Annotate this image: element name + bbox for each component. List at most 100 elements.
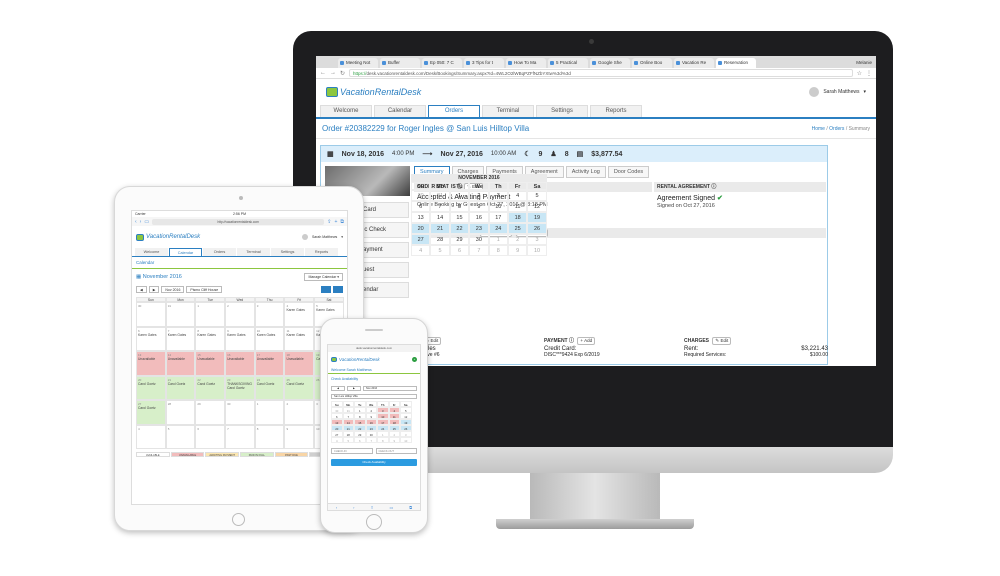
calendar-day-cell[interactable]: 4 xyxy=(136,424,166,449)
calendar-day-cell[interactable]: 30 xyxy=(225,400,255,425)
calendar-day[interactable]: 6 xyxy=(354,437,366,443)
calendar-day[interactable]: 10 xyxy=(400,437,412,443)
calendar-day-cell[interactable]: 13 Unavailable xyxy=(136,351,166,376)
edit-charges-button[interactable]: ✎ Edit xyxy=(712,337,732,345)
calendar-day[interactable]: 16 xyxy=(469,212,489,223)
calendar-day-cell[interactable]: 29 xyxy=(195,400,226,425)
calendar-day[interactable]: 31 xyxy=(430,190,450,201)
calendar-day[interactable]: 10 xyxy=(527,245,547,256)
book-icon[interactable]: ▭ xyxy=(390,504,394,510)
calendar-day-cell[interactable]: 15 Unavailable xyxy=(195,351,226,376)
calendar-day-cell[interactable]: 9 xyxy=(284,424,315,449)
side-action[interactable]: Card xyxy=(359,202,409,218)
calendar-day[interactable]: 11 xyxy=(507,201,528,212)
calendar-day[interactable]: 21 xyxy=(430,223,450,234)
add-payment-button[interactable]: + Add xyxy=(577,337,596,345)
calendar-day-cell[interactable]: 31 xyxy=(165,302,196,327)
calendar-day[interactable]: 8 xyxy=(488,245,508,256)
tab-terminal[interactable]: Terminal xyxy=(237,248,270,256)
star-icon[interactable]: ☆ xyxy=(857,70,862,77)
calendar-day[interactable]: 3 xyxy=(488,190,508,201)
back-icon[interactable]: ‹ xyxy=(135,219,137,225)
next-month-button[interactable]: ▶ xyxy=(148,286,160,293)
calendar-day-cell[interactable]: 25 Carol Goetz xyxy=(284,375,315,400)
calendar-day-cell[interactable]: 2 xyxy=(284,400,315,425)
calendar-day[interactable]: 22 xyxy=(449,223,470,234)
tab-door-codes[interactable]: Door Codes xyxy=(607,166,650,178)
calendar-day-cell[interactable]: 18 Unavailable xyxy=(284,351,315,376)
calendar-day-cell[interactable]: 3 xyxy=(254,302,285,327)
calendar-day[interactable]: 15 xyxy=(449,212,470,223)
calendar-day[interactable]: 2 xyxy=(469,190,489,201)
browser-tab[interactable]: Buffer xyxy=(380,58,420,68)
calendar-day[interactable]: 9 xyxy=(388,437,400,443)
calendar-day-cell[interactable]: 14 Unavailable xyxy=(165,351,196,376)
calendar-day[interactable]: 24 xyxy=(488,223,508,234)
book-icon[interactable]: ▭ xyxy=(144,219,149,225)
plus-icon[interactable]: + xyxy=(335,219,338,225)
calendar-day-cell[interactable]: 17 Unavailable xyxy=(254,351,285,376)
browser-tab[interactable]: Google She xyxy=(590,58,630,68)
tab-orders[interactable]: Orders xyxy=(203,248,236,256)
share-icon[interactable]: ⇪ xyxy=(370,504,373,510)
tab-reports[interactable]: Reports xyxy=(590,105,642,117)
calendar-day-cell[interactable]: 24 Carol Goetz xyxy=(254,375,285,400)
calendar-day-cell[interactable]: 5 xyxy=(165,424,196,449)
back-icon[interactable]: ← xyxy=(320,70,326,76)
calendar-day-cell[interactable]: 1 xyxy=(254,400,285,425)
calendar-day-cell[interactable]: 2 xyxy=(225,302,255,327)
url-input[interactable]: https://desk.vacationrentaldesk.com/Desk… xyxy=(349,69,853,77)
tabs-icon[interactable]: ⧉ xyxy=(340,219,344,225)
next-month-button[interactable]: ▶ xyxy=(347,386,361,391)
menu-icon[interactable]: ⋮ xyxy=(866,70,872,77)
calendar-day[interactable]: 5 xyxy=(430,245,450,256)
tab-calendar[interactable]: Calendar xyxy=(374,105,426,117)
calendar-day[interactable]: 12 xyxy=(527,201,547,212)
calendar-day[interactable]: 7 xyxy=(365,437,377,443)
calendar-day[interactable]: 28 xyxy=(430,234,450,245)
view-toggle-button[interactable] xyxy=(333,286,343,293)
breadcrumb-orders[interactable]: Orders xyxy=(829,126,844,132)
calendar-day[interactable]: 9 xyxy=(507,245,528,256)
calendar-day-cell[interactable]: 6 xyxy=(195,424,226,449)
calendar-day[interactable]: 6 xyxy=(449,245,470,256)
month-picker[interactable]: Nov 2016 xyxy=(161,286,185,293)
prev-month-button[interactable]: ◀ xyxy=(136,286,147,293)
share-icon[interactable]: ⇪ xyxy=(327,219,331,225)
calendar-day-cell[interactable]: 8 Karen Gates xyxy=(195,326,226,351)
tab-terminal[interactable]: Terminal xyxy=(482,105,534,117)
checkin-input[interactable]: CHECK-IN xyxy=(331,448,373,454)
tab-settings[interactable]: Settings xyxy=(271,248,304,256)
calendar-day[interactable]: 3 xyxy=(527,234,547,245)
calendar-day[interactable]: 10 xyxy=(488,201,508,212)
side-action[interactable]: uest xyxy=(359,262,409,278)
ipad-home-button[interactable] xyxy=(232,513,245,526)
browser-tab-active[interactable]: Reservation xyxy=(716,58,756,68)
tab-calendar[interactable]: Calendar xyxy=(169,248,202,256)
calendar-day[interactable]: 8 xyxy=(377,437,389,443)
calendar-day[interactable]: 14 xyxy=(430,212,450,223)
calendar-day-cell[interactable]: 11 Karen Gates xyxy=(284,326,315,351)
calendar-day[interactable]: 6 xyxy=(411,201,431,212)
side-action[interactable]: ic Check xyxy=(359,222,409,238)
app-logo[interactable]: VacationRentalDesk xyxy=(326,87,421,97)
tab-settings[interactable]: Settings xyxy=(536,105,588,117)
calendar-day-cell[interactable]: 10 Karen Gates xyxy=(254,326,285,351)
property-select[interactable]: Pismo Cliff House xyxy=(186,286,223,293)
browser-tab[interactable]: Vacation Re xyxy=(674,58,714,68)
browser-tab[interactable]: 3 Tips for t xyxy=(464,58,504,68)
tab-welcome[interactable]: Welcome xyxy=(135,248,168,256)
calendar-day[interactable]: 26 xyxy=(527,223,547,234)
calendar-day[interactable]: 19 xyxy=(527,212,547,223)
month-picker[interactable]: Nov 2016 xyxy=(363,386,417,391)
browser-tab[interactable]: 5 Practical xyxy=(548,58,588,68)
calendar-day-cell[interactable]: 21 Carol Goetz xyxy=(165,375,196,400)
reload-icon[interactable]: ↻ xyxy=(340,70,345,77)
manage-calendar-button[interactable]: Manage Calendar ▾ xyxy=(304,273,343,281)
calendar-day-cell[interactable]: 7 Karen Gates xyxy=(165,326,196,351)
calendar-day[interactable]: 1 xyxy=(449,190,470,201)
calendar-day-cell[interactable]: 9 Karen Gates xyxy=(225,326,255,351)
calendar-day[interactable]: 4 xyxy=(411,245,431,256)
calendar-day[interactable]: 25 xyxy=(507,223,528,234)
tab-welcome[interactable]: Welcome xyxy=(320,105,372,117)
